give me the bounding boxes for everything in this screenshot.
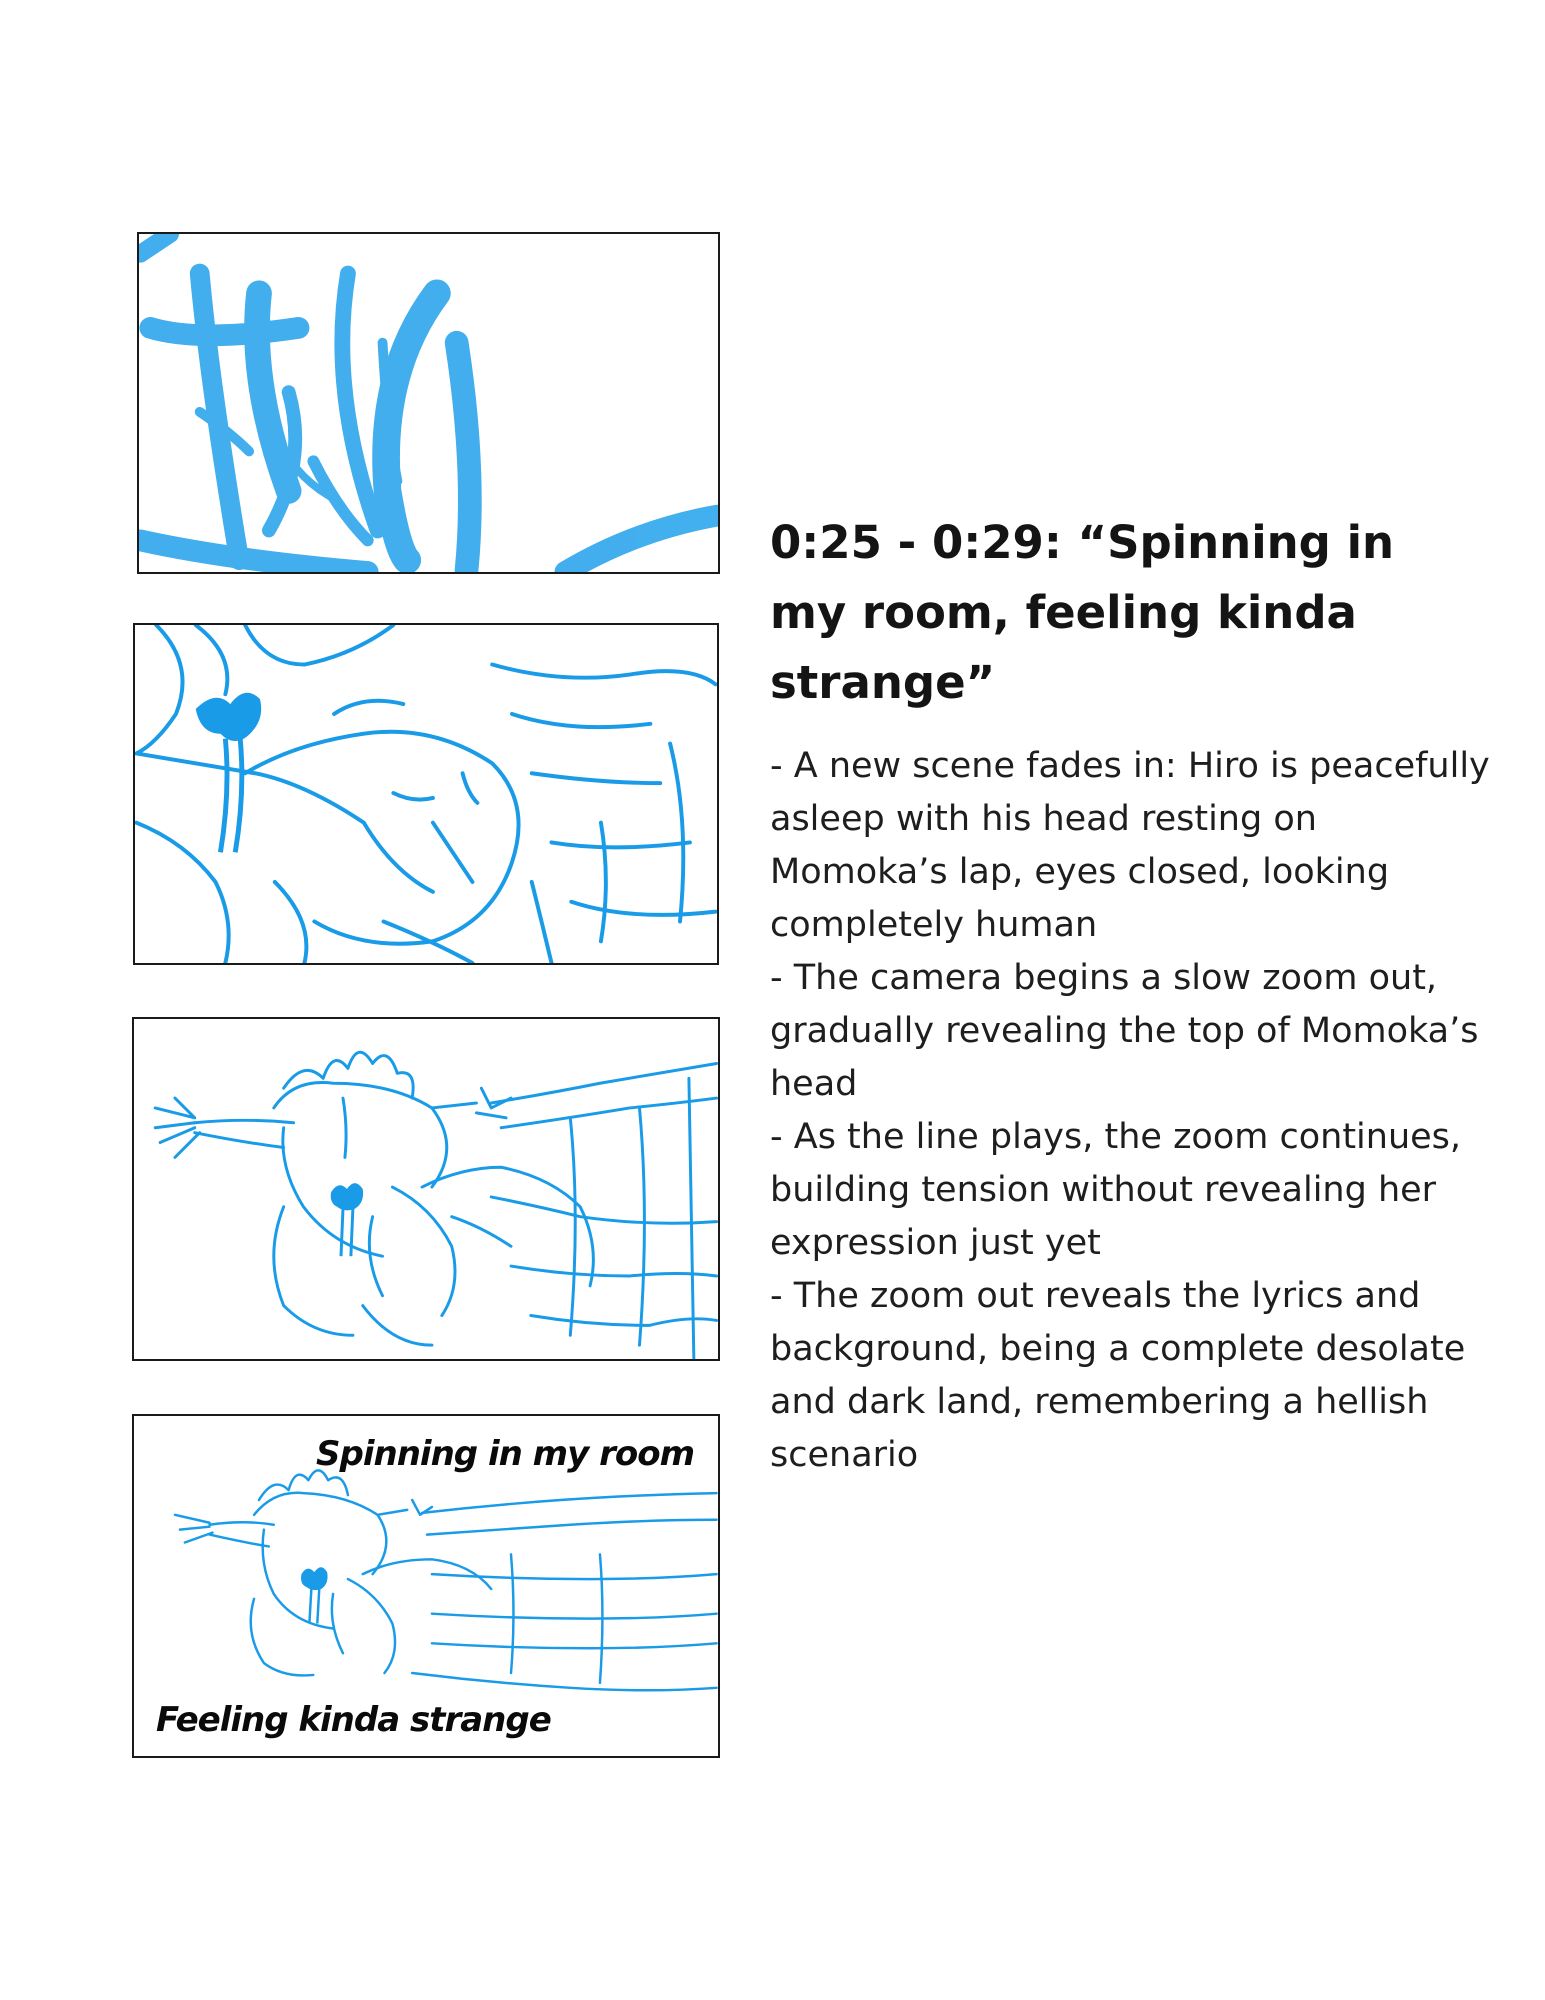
storyboard-panel-4: Spinning in my room Feeling kinda strang… [132,1414,720,1758]
sketch-zoom-out-mid [153,1050,718,1359]
note-reveal-lyrics-background: - The zoom out reveals the lyrics and ba… [770,1276,1466,1475]
storyboard-panel-1 [137,232,720,574]
storyboard-panel-2 [133,623,719,965]
storyboard-panel-3 [132,1017,720,1361]
lyric-spinning-in-my-room: Spinning in my room [316,1434,695,1474]
scene-notes: - A new scene fades in: Hiro is peaceful… [770,740,1490,1482]
note-scene-fade-in: - A new scene fades in: Hiro is peaceful… [770,746,1490,945]
note-slow-zoom-out: - The camera begins a slow zoom out, gra… [770,958,1479,1104]
scene-heading: 0:25 - 0:29: “Spinning in my room, feeli… [770,516,1395,709]
lyric-feeling-kinda-strange: Feeling kinda strange [156,1700,552,1740]
sketch-extreme-closeup [139,234,718,572]
sketch-hiro-closeup [135,625,717,963]
note-zoom-tension: - As the line plays, the zoom continues,… [770,1117,1462,1263]
